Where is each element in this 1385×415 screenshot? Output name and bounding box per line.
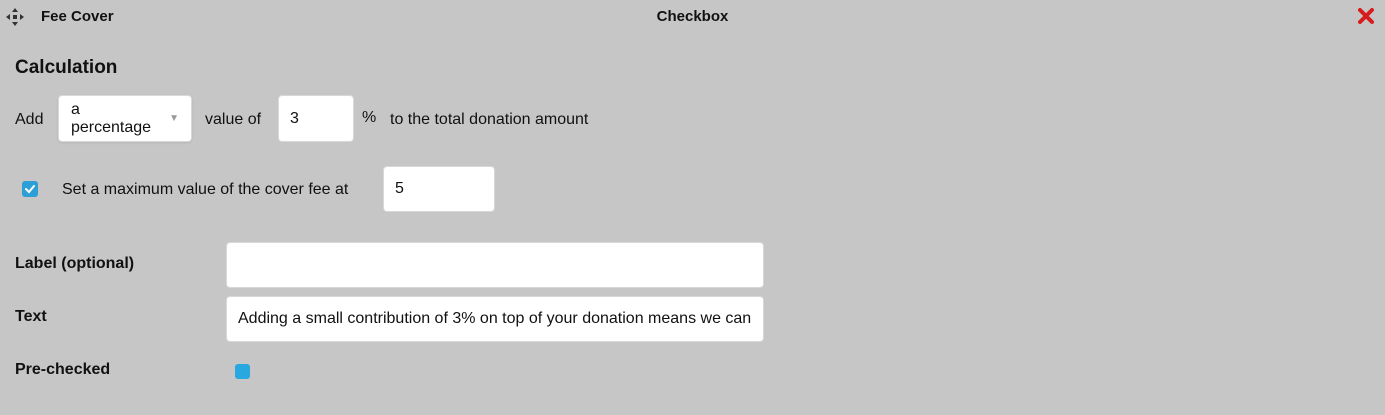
pre-checked-heading: Pre-checked bbox=[15, 361, 111, 378]
max-fee-input[interactable] bbox=[383, 166, 495, 212]
title-bar: Fee Cover Checkbox bbox=[0, 0, 1385, 34]
dropdown-arrow-icon: ▼ bbox=[169, 113, 179, 124]
label-optional-input[interactable] bbox=[226, 242, 764, 288]
add-label: Add bbox=[15, 111, 44, 128]
close-x-icon[interactable] bbox=[1357, 7, 1375, 25]
text-input[interactable] bbox=[226, 296, 764, 342]
value-of-label: value of bbox=[205, 111, 262, 128]
max-fee-label: Set a maximum value of the cover fee at bbox=[62, 181, 349, 198]
percent-symbol: % bbox=[362, 109, 377, 126]
text-heading: Text bbox=[15, 308, 47, 325]
calculation-type-select[interactable]: a percentage ▼ bbox=[58, 95, 192, 142]
checkmark-icon bbox=[25, 185, 35, 194]
max-fee-checkbox[interactable] bbox=[22, 181, 38, 197]
pre-checked-checkbox[interactable] bbox=[235, 364, 250, 379]
label-optional-heading: Label (optional) bbox=[15, 255, 135, 272]
widget-type-title: Checkbox bbox=[656, 8, 729, 25]
calculation-heading: Calculation bbox=[15, 57, 118, 78]
total-donation-label: to the total donation amount bbox=[390, 111, 589, 128]
calculation-type-value: a percentage bbox=[71, 100, 152, 136]
percentage-value-input[interactable] bbox=[278, 95, 354, 142]
